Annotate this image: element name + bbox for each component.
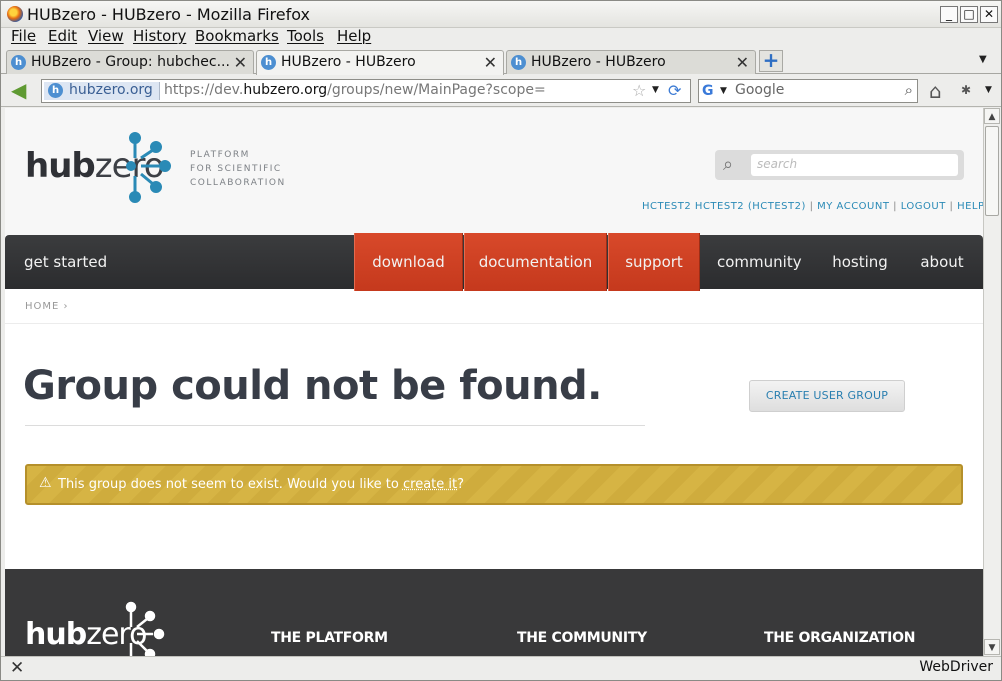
- help-link[interactable]: HELP: [957, 201, 983, 212]
- site-search: ⌕ search: [715, 150, 964, 180]
- nav-community[interactable]: community: [717, 235, 802, 289]
- title-divider: [25, 425, 645, 426]
- site-identity[interactable]: h hubzero.org: [44, 82, 160, 100]
- footer-community-heading: THE COMMUNITY: [517, 630, 647, 646]
- home-icon[interactable]: ⌂: [929, 79, 942, 103]
- my-account-link[interactable]: MY ACCOUNT: [817, 201, 889, 212]
- nav-hosting[interactable]: hosting: [831, 235, 889, 289]
- maximize-button[interactable]: □: [960, 6, 978, 23]
- browser-search-bar[interactable]: G ▼ Google ⌕: [698, 79, 918, 103]
- divider: [5, 323, 983, 324]
- extension-dropdown-icon[interactable]: ▼: [985, 85, 992, 95]
- scroll-thumb[interactable]: [985, 126, 999, 216]
- tab-strip: h HUBzero - Group: hubchec... ✕ h HUBzer…: [1, 48, 1001, 75]
- minimize-button[interactable]: _: [940, 6, 958, 23]
- site-footer: hubzero THE PLATFORM THE COMMUNITY THE O…: [5, 569, 983, 656]
- window-title: HUBzero - HUBzero - Mozilla Firefox: [27, 5, 311, 24]
- tagline: PLATFORM FOR SCIENTIFIC COLLABORATION: [190, 150, 286, 188]
- search-input[interactable]: search: [751, 154, 958, 176]
- url-dropdown-icon[interactable]: ▼: [652, 85, 659, 95]
- scroll-down-icon[interactable]: ▼: [984, 639, 1000, 655]
- menu-edit[interactable]: Edit: [48, 27, 77, 45]
- menu-help[interactable]: Help: [337, 27, 371, 45]
- url-bar[interactable]: h hubzero.org https://dev.hubzero.org/gr…: [41, 79, 691, 103]
- extension-icon[interactable]: ✱: [961, 83, 971, 97]
- tab-close-icon[interactable]: ✕: [736, 53, 749, 72]
- tab-label: HUBzero - Group: hubchec...: [31, 54, 230, 70]
- reload-icon[interactable]: ⟳: [668, 81, 681, 100]
- menu-tools[interactable]: Tools: [287, 27, 324, 45]
- breadcrumb-separator: ›: [63, 301, 69, 312]
- hubzero-favicon-icon: h: [511, 55, 526, 70]
- nav-get-started[interactable]: get started: [24, 235, 107, 289]
- tab-active[interactable]: h HUBzero - HUBzero ✕: [256, 50, 504, 75]
- tab-group[interactable]: h HUBzero - Group: hubchec... ✕: [6, 50, 254, 74]
- menu-bar: File Edit View History Bookmarks Tools H…: [1, 27, 1001, 47]
- nav-support[interactable]: support: [608, 233, 700, 291]
- site-header: hubzero PLATFORM FOR SCIENTIFIC COLLABOR…: [5, 108, 983, 235]
- firefox-icon: [7, 6, 23, 22]
- search-icon[interactable]: ⌕: [905, 81, 913, 99]
- menu-file[interactable]: File: [11, 27, 36, 45]
- close-window-button[interactable]: ✕: [980, 6, 998, 23]
- browser-search-placeholder: Google: [735, 82, 785, 98]
- url-text[interactable]: https://dev.hubzero.org/groups/new/MainP…: [164, 82, 546, 98]
- search-placeholder: search: [757, 157, 798, 171]
- tab-label: HUBzero - HUBzero: [531, 54, 666, 70]
- status-bar: ✕ WebDriver: [1, 656, 1001, 680]
- footer-organization-heading: THE ORGANIZATION: [764, 630, 916, 646]
- tab-close-icon[interactable]: ✕: [484, 53, 497, 72]
- menu-bookmarks[interactable]: Bookmarks: [195, 27, 279, 45]
- hubzero-favicon-icon: h: [261, 55, 276, 70]
- webdriver-indicator: WebDriver: [919, 659, 993, 675]
- warning-icon: ⚠: [39, 475, 52, 491]
- main-nav: get started download documentation suppo…: [5, 233, 983, 291]
- tab-label: HUBzero - HUBzero: [281, 54, 416, 70]
- user-links: HCTEST2 HCTEST2 (HCTEST2) | MY ACCOUNT |…: [642, 201, 983, 212]
- breadcrumb-home[interactable]: HOME: [25, 301, 59, 312]
- tab-list-dropdown-icon[interactable]: ▼: [979, 54, 987, 65]
- browser-window: HUBzero - HUBzero - Mozilla Firefox _ □ …: [0, 0, 1002, 681]
- footer-logo-mark-icon: [125, 601, 165, 656]
- user-name-link[interactable]: HCTEST2 HCTEST2 (HCTEST2): [642, 201, 806, 212]
- close-findbar-icon[interactable]: ✕: [10, 658, 24, 678]
- create-user-group-button[interactable]: CREATE USER GROUP: [749, 380, 905, 412]
- hubzero-favicon-icon: h: [48, 83, 63, 98]
- search-icon[interactable]: ⌕: [723, 154, 733, 175]
- hubzero-logo-mark-icon: [126, 132, 171, 203]
- create-group-link[interactable]: create it: [403, 477, 457, 492]
- identity-domain: hubzero.org: [69, 82, 153, 98]
- menu-view[interactable]: View: [88, 27, 124, 45]
- breadcrumb: HOME ›: [25, 301, 69, 312]
- nav-documentation[interactable]: documentation: [464, 233, 607, 291]
- nav-toolbar: ◀ h hubzero.org https://dev.hubzero.org/…: [1, 75, 1001, 107]
- menu-history[interactable]: History: [133, 27, 186, 45]
- title-bar: HUBzero - HUBzero - Mozilla Firefox _ □ …: [1, 1, 1001, 28]
- footer-platform-heading: THE PLATFORM: [271, 630, 388, 646]
- nav-download[interactable]: download: [354, 233, 463, 291]
- warning-message: ⚠ This group does not seem to exist. Wou…: [25, 464, 963, 505]
- search-engine-dropdown-icon[interactable]: ▼: [720, 86, 727, 96]
- google-icon[interactable]: G: [702, 83, 718, 99]
- warning-text: This group does not seem to exist. Would…: [58, 477, 464, 492]
- nav-about[interactable]: about: [917, 235, 967, 289]
- scroll-up-icon[interactable]: ▲: [984, 108, 1000, 124]
- page-title: Group could not be found.: [23, 363, 602, 409]
- tab-third[interactable]: h HUBzero - HUBzero ✕: [506, 50, 756, 74]
- tab-close-icon[interactable]: ✕: [234, 53, 247, 72]
- bookmark-star-icon[interactable]: ☆: [632, 81, 646, 100]
- vertical-scrollbar[interactable]: ▲ ▼: [983, 108, 1000, 656]
- hubzero-favicon-icon: h: [11, 55, 26, 70]
- logout-link[interactable]: LOGOUT: [901, 201, 946, 212]
- page-viewport: hubzero PLATFORM FOR SCIENTIFIC COLLABOR…: [5, 108, 983, 656]
- back-arrow-icon[interactable]: ◀: [11, 80, 33, 101]
- new-tab-button[interactable]: +: [759, 50, 783, 72]
